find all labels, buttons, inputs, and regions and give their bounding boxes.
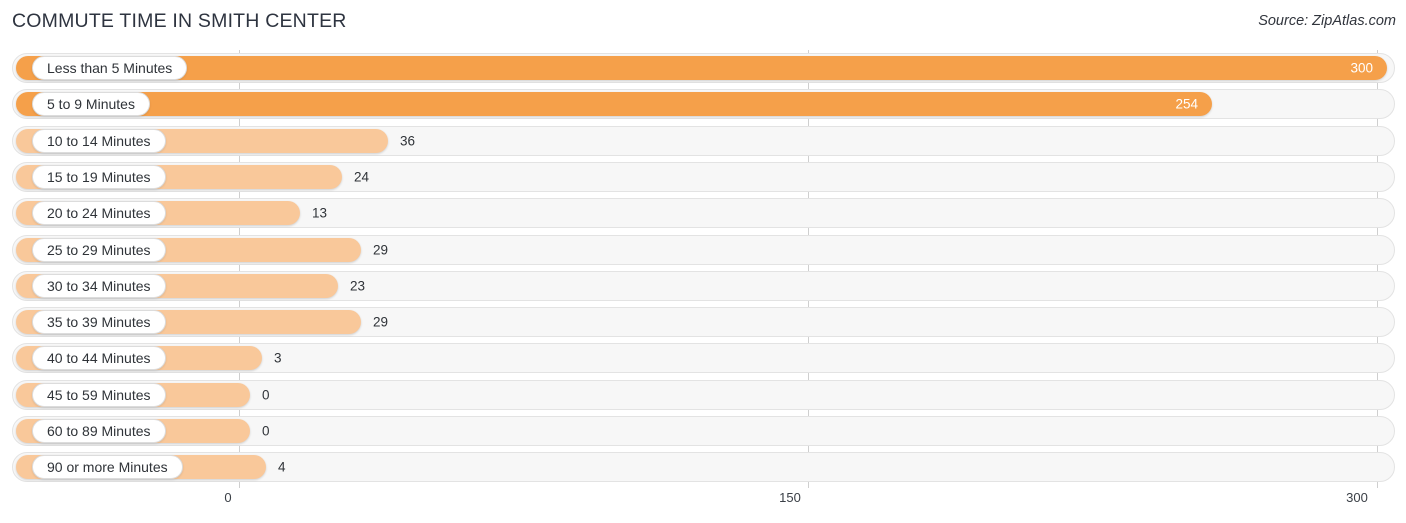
bar-row[interactable]: 3 40 to 44 Minutes (0, 343, 1406, 374)
bar-row[interactable]: 24 15 to 19 Minutes (0, 161, 1406, 192)
category-label[interactable]: 25 to 29 Minutes (32, 237, 166, 262)
category-label[interactable]: Less than 5 Minutes (32, 56, 188, 80)
bar-row[interactable]: 29 25 to 29 Minutes (0, 234, 1406, 265)
page-title: COMMUTE TIME IN SMITH CENTER (12, 10, 347, 32)
category-label[interactable]: 90 or more Minutes (32, 455, 183, 480)
bar-value-label: 4 (278, 459, 286, 475)
category-label[interactable]: 20 to 24 Minutes (32, 201, 166, 226)
bar-value-label: 23 (350, 278, 366, 294)
bar-row[interactable]: 300 Less than 5 Minutes (0, 53, 1406, 83)
bar-row[interactable]: 0 60 to 89 Minutes (0, 416, 1406, 446)
x-axis: 0 150 300 (0, 488, 1406, 523)
bar-row[interactable]: 0 45 to 59 Minutes (0, 379, 1406, 410)
bar-row[interactable]: 254 5 to 9 Minutes (0, 89, 1406, 120)
bar-value-label: 0 (262, 387, 270, 403)
bar-row[interactable]: 23 30 to 34 Minutes (0, 270, 1406, 301)
bar-value-label: 13 (312, 205, 328, 221)
bar[interactable]: 254 (16, 92, 1212, 117)
plot-area: 300 Less than 5 Minutes 254 5 to 9 Minutes 3… (0, 50, 1406, 488)
bar-value-label: 300 (1350, 60, 1373, 76)
axis-tick-label: 300 (1346, 490, 1368, 505)
bar-value-label: 3 (274, 350, 282, 366)
bar-row[interactable]: 29 35 to 39 Minutes (0, 307, 1406, 338)
chart-container: COMMUTE TIME IN SMITH CENTER Source: Zip… (0, 0, 1406, 523)
source-attribution: Source: ZipAtlas.com (1258, 13, 1396, 29)
axis-tick-label: 0 (224, 490, 232, 505)
bar-rows: 300 Less than 5 Minutes 254 5 to 9 Minutes 3… (0, 50, 1406, 488)
category-label[interactable]: 40 to 44 Minutes (32, 346, 166, 371)
category-label[interactable]: 15 to 19 Minutes (32, 164, 166, 189)
category-label[interactable]: 45 to 59 Minutes (32, 382, 166, 407)
bar-value-label: 254 (1175, 96, 1198, 112)
axis-tick-label: 150 (779, 490, 801, 505)
category-label[interactable]: 35 to 39 Minutes (32, 310, 166, 335)
category-label[interactable]: 10 to 14 Minutes (32, 128, 166, 153)
bar-value-label: 29 (373, 242, 389, 257)
bar-value-label: 29 (373, 314, 389, 330)
bar-row[interactable]: 36 10 to 14 Minutes (0, 125, 1406, 156)
category-label[interactable]: 30 to 34 Minutes (32, 273, 166, 298)
bar-value-label: 36 (400, 133, 416, 149)
bar-value-label: 24 (354, 169, 370, 185)
bar-value-label: 0 (262, 423, 270, 439)
bar[interactable]: 300 (16, 56, 1387, 80)
bar-row[interactable]: 4 90 or more Minutes (0, 452, 1406, 483)
category-label[interactable]: 5 to 9 Minutes (32, 92, 150, 117)
bar-row[interactable]: 13 20 to 24 Minutes (0, 198, 1406, 229)
category-label[interactable]: 60 to 89 Minutes (32, 419, 166, 443)
